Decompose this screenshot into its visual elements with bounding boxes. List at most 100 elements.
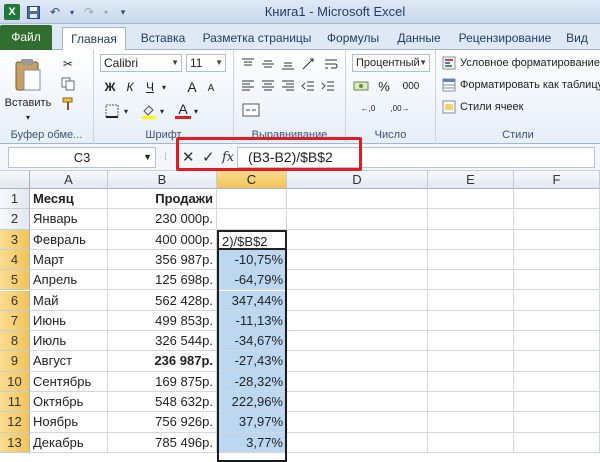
font-name-select[interactable]: Calibri ▼ [100,54,182,72]
copy-icon[interactable] [60,76,76,92]
cell-a3[interactable]: Февраль [30,229,108,250]
tab-data[interactable]: Данные [390,27,448,50]
cell-f13[interactable] [514,432,600,453]
tab-view[interactable]: Вид [562,27,592,50]
fill-color-dropdown-icon[interactable]: ▾ [158,102,166,120]
name-box-dropdown-icon[interactable]: ▼ [143,148,152,167]
grow-font-button[interactable]: A [184,78,200,96]
cell-f10[interactable] [514,371,600,392]
row-header-3[interactable]: 3 [0,229,30,250]
cell-b5[interactable]: 125 698р. [108,270,217,291]
row-header-9[interactable]: 9 [0,351,30,372]
align-left-icon[interactable] [240,78,256,94]
cell-c5[interactable]: -64,79% [217,270,287,291]
underline-button[interactable]: Ч [142,78,158,96]
cell-d10[interactable] [287,371,428,392]
paste-icon[interactable] [8,56,48,96]
cell-e5[interactable] [428,270,514,291]
font-size-select[interactable]: 11 ▼ [186,54,226,72]
column-header-a[interactable]: A [30,171,108,189]
cell-f12[interactable] [514,412,600,433]
conditional-formatting-button[interactable]: Условное форматирование [442,54,600,72]
column-header-d[interactable]: D [287,171,428,189]
cell-d9[interactable] [287,351,428,372]
cell-b7[interactable]: 499 853р. [108,310,217,332]
row-header-5[interactable]: 5 [0,270,30,291]
cell-c2[interactable] [217,209,287,230]
row-header-1[interactable]: 1 [0,189,30,210]
increase-indent-icon[interactable] [320,78,336,94]
align-middle-icon[interactable] [260,56,276,72]
tab-file[interactable]: Файл [0,25,52,50]
cell-f9[interactable] [514,351,600,372]
row-header-2[interactable]: 2 [0,209,30,230]
cell-d12[interactable] [287,412,428,433]
cell-c3[interactable]: 2)/$B$2 [217,229,287,250]
align-bottom-icon[interactable] [280,56,296,72]
cell-d6[interactable] [287,290,428,311]
cell-e7[interactable] [428,310,514,332]
cell-a5[interactable]: Апрель [30,270,108,291]
cell-e2[interactable] [428,209,514,230]
row-header-10[interactable]: 10 [0,371,30,392]
paste-button[interactable]: Вставить [2,96,54,110]
select-all-corner[interactable] [0,171,30,189]
tab-home[interactable]: Главная [62,27,126,51]
cell-e4[interactable] [428,249,514,271]
align-top-icon[interactable] [240,56,256,72]
column-header-b[interactable]: B [108,171,217,189]
bold-button[interactable]: Ж [102,78,118,96]
cell-e3[interactable] [428,229,514,250]
font-color-button[interactable]: A [174,100,192,120]
cell-e12[interactable] [428,412,514,433]
row-header-6[interactable]: 6 [0,290,30,311]
cell-f3[interactable] [514,229,600,250]
row-header-12[interactable]: 12 [0,412,30,433]
cell-b3[interactable]: 400 000р. [108,229,217,250]
column-header-e[interactable]: E [428,171,514,189]
cell-a10[interactable]: Сентябрь [30,371,108,392]
comma-style-icon[interactable]: 000 [396,78,426,94]
cell-d4[interactable] [287,249,428,271]
cell-f11[interactable] [514,392,600,413]
cell-a7[interactable]: Июнь [30,310,108,332]
cell-c12[interactable]: 37,97% [217,412,287,433]
align-right-icon[interactable] [280,78,296,94]
row-header-7[interactable]: 7 [0,310,30,332]
cell-e6[interactable] [428,290,514,311]
cell-a2[interactable]: Январь [30,209,108,230]
cell-e10[interactable] [428,371,514,392]
cell-e9[interactable] [428,351,514,372]
format-painter-icon[interactable] [60,96,76,112]
cell-c9[interactable]: -27,43% [217,351,287,372]
paste-dropdown-icon[interactable]: ▾ [20,112,36,122]
cell-a6[interactable]: Май [30,290,108,311]
cell-b1[interactable]: Продажи [108,189,217,210]
cell-b10[interactable]: 169 875р. [108,371,217,392]
cell-d5[interactable] [287,270,428,291]
fill-color-icon[interactable] [140,102,158,120]
cell-a13[interactable]: Декабрь [30,432,108,453]
align-center-icon[interactable] [260,78,276,94]
row-header-8[interactable]: 8 [0,331,30,352]
cell-f5[interactable] [514,270,600,291]
borders-dropdown-icon[interactable]: ▾ [122,102,130,120]
orientation-icon[interactable] [300,56,316,72]
cell-b13[interactable]: 785 496р. [108,432,217,453]
cell-f1[interactable] [514,189,600,210]
cell-d13[interactable] [287,432,428,453]
cell-c6[interactable]: 347,44% [217,290,287,311]
cell-a9[interactable]: Август [30,351,108,372]
cell-b9[interactable]: 236 987р. [108,351,217,372]
row-header-13[interactable]: 13 [0,432,30,453]
merge-center-icon[interactable] [240,102,262,118]
cell-f8[interactable] [514,331,600,352]
row-header-4[interactable]: 4 [0,249,30,271]
cell-d7[interactable] [287,310,428,332]
currency-format-icon[interactable] [352,78,370,94]
font-color-dropdown-icon[interactable]: ▾ [192,102,200,120]
number-format-select[interactable]: Процентный ▼ [352,54,430,72]
italic-button[interactable]: К [122,78,138,96]
cell-a1[interactable]: Месяц [30,189,108,210]
cell-c8[interactable]: -34,67% [217,331,287,352]
